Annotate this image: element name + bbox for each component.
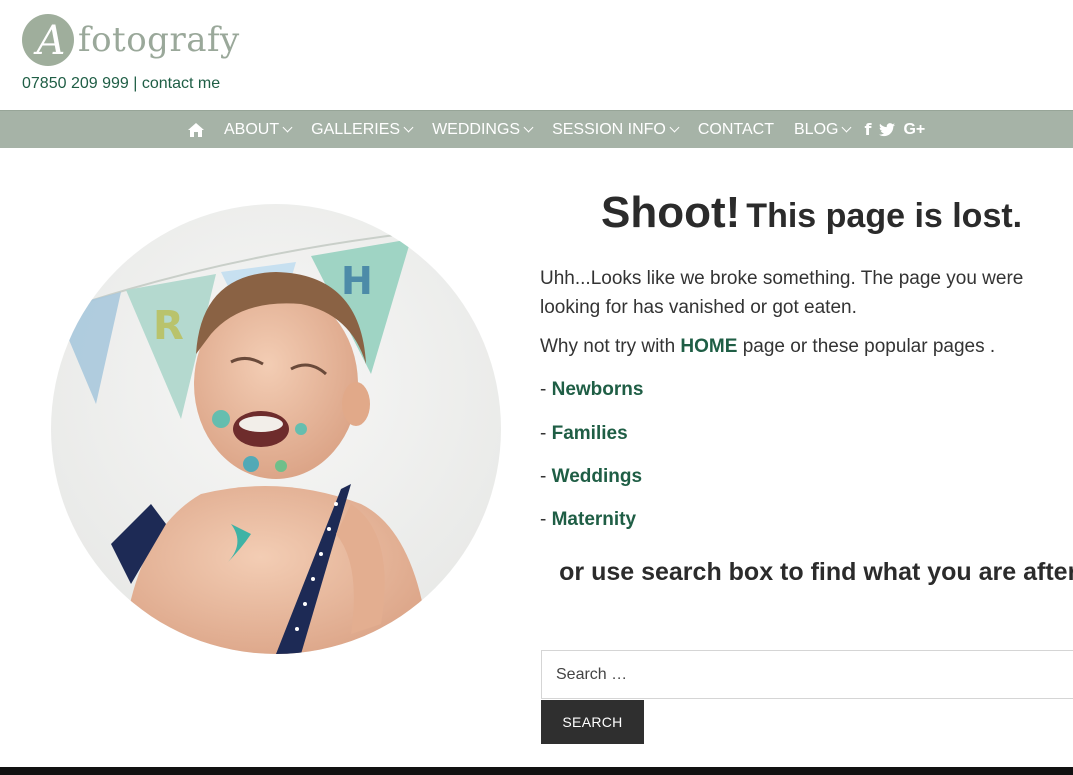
logo-mark: A <box>22 14 74 66</box>
popular-item: - Maternity <box>540 509 636 531</box>
main-nav: ABOUT GALLERIES WEDDINGS SESSION INFO CO… <box>0 110 1073 148</box>
popular-item: - Newborns <box>540 379 643 401</box>
maternity-link[interactable]: Maternity <box>552 509 636 530</box>
contact-line: 07850 209 999 | contact me <box>22 75 220 93</box>
crying-baby-photo: R H <box>51 204 501 654</box>
home-link[interactable]: HOME <box>680 336 737 357</box>
dash: - <box>540 423 552 444</box>
baby-illustration: R H <box>51 204 501 654</box>
svg-text:H: H <box>341 259 373 303</box>
nav-item-galleries[interactable]: GALLERIES <box>311 120 414 139</box>
popular-item: - Weddings <box>540 466 642 488</box>
search-input[interactable] <box>541 650 1073 699</box>
chevron-down-icon <box>523 122 534 133</box>
nav-item-label: GALLERIES <box>311 120 401 138</box>
site-logo[interactable]: A fotografy <box>22 14 240 66</box>
twitter-icon[interactable] <box>879 122 896 137</box>
nav-item-blog[interactable]: BLOG <box>794 120 852 139</box>
intro-text: Uhh...Looks like we broke something. The… <box>540 268 1024 318</box>
home-icon[interactable] <box>188 122 204 137</box>
nav-item-label: ABOUT <box>224 120 280 138</box>
popular-item: - Families <box>540 423 628 445</box>
chevron-down-icon <box>842 122 852 133</box>
nav-menu: ABOUT GALLERIES WEDDINGS SESSION INFO CO… <box>188 111 933 148</box>
nav-item-about[interactable]: ABOUT <box>224 120 293 139</box>
nav-item-label: SESSION INFO <box>552 120 666 138</box>
nav-item-label: WEDDINGS <box>432 120 521 138</box>
social-links: f G+ <box>864 120 933 139</box>
chevron-down-icon <box>403 122 414 133</box>
chevron-down-icon <box>282 122 293 133</box>
try-line: Why not try with HOME page or these popu… <box>540 336 995 358</box>
search-prompt: or use search box to find what you are a… <box>559 558 1073 586</box>
nav-item-label: BLOG <box>794 120 839 138</box>
search-button[interactable]: SEARCH <box>541 700 644 744</box>
newborns-link[interactable]: Newborns <box>552 379 644 400</box>
try-prefix: Why not try with <box>540 336 681 357</box>
nav-item-contact[interactable]: CONTACT <box>698 121 774 139</box>
title-message: This page is lost. <box>746 197 1023 235</box>
weddings-link[interactable]: Weddings <box>552 466 642 487</box>
svg-text:R: R <box>153 303 184 349</box>
try-suffix: page or these popular pages . <box>737 336 996 357</box>
logo-letter: A <box>36 18 66 64</box>
title-exclamation: Shoot! <box>601 188 741 237</box>
page-title: Shoot! This page is lost. <box>601 188 1022 238</box>
phone-number: 07850 209 999 <box>22 75 129 92</box>
families-link[interactable]: Families <box>552 423 628 444</box>
site-header: A fotografy 07850 209 999 | contact me <box>0 0 1073 110</box>
dash: - <box>540 509 552 530</box>
dash: - <box>540 379 552 400</box>
chevron-down-icon <box>669 122 680 133</box>
nav-item-weddings[interactable]: WEDDINGS <box>432 120 534 139</box>
logo-text: fotografy <box>78 20 240 60</box>
contact-separator: | <box>128 75 142 92</box>
facebook-icon[interactable]: f <box>864 120 871 139</box>
nav-item-session-info[interactable]: SESSION INFO <box>552 120 680 139</box>
dash: - <box>540 466 552 487</box>
google-plus-icon[interactable]: G+ <box>903 121 925 139</box>
nav-item-label: CONTACT <box>697 120 774 138</box>
footer-strip <box>0 767 1073 775</box>
contact-me-link[interactable]: contact me <box>142 75 220 92</box>
